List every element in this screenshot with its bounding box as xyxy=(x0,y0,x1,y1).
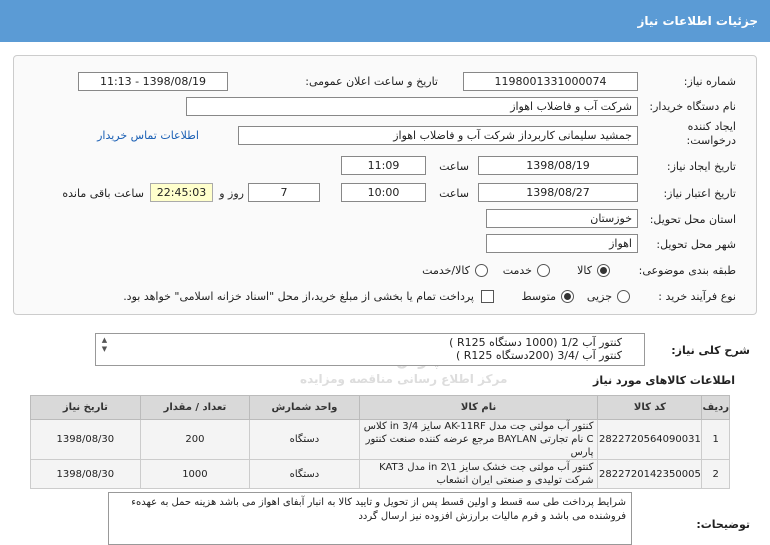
cell-unit: دستگاه xyxy=(249,459,360,489)
col-qty: تعداد / مقدار xyxy=(139,395,251,420)
cell-date: 1398/08/30 xyxy=(30,459,141,489)
category-goods-service-label: کالا/خدمت xyxy=(422,264,470,277)
notes-box[interactable]: شرایط پرداخت طی سه قسط و اولین قسط پس از… xyxy=(108,492,632,545)
cell-unit: دستگاه xyxy=(249,419,360,460)
col-date: تاریخ نیاز xyxy=(30,395,141,420)
days-field[interactable]: 7 xyxy=(248,183,320,202)
cell-name: کنتور آب مولتی جت مدل AK-11RF سایز 3/4 i… xyxy=(358,419,599,460)
validity-time-field[interactable]: 10:00 xyxy=(341,183,426,202)
watermark-text-2: مرکز اطلاع رسانی مناقصه ومزایده xyxy=(300,372,508,386)
category-service-radio[interactable] xyxy=(537,264,550,277)
province-field[interactable]: خوزستان xyxy=(486,209,638,228)
table-row[interactable]: 2 2822720142350005 کنتور آب مولتی جت خشک… xyxy=(30,459,730,489)
creator-label-2: درخواست: xyxy=(686,134,736,147)
need-number-label: شماره نیاز: xyxy=(683,75,736,88)
create-date-label: تاریخ ایجاد نیاز: xyxy=(666,160,736,173)
cell-row: 2 xyxy=(701,459,730,489)
days-label: روز و xyxy=(219,187,244,200)
announce-field[interactable]: 1398/08/19 - 11:13 xyxy=(78,72,228,91)
col-unit: واحد شمارش xyxy=(249,395,360,420)
validity-date-field[interactable]: 1398/08/27 xyxy=(478,183,638,202)
category-goods-service-radio[interactable] xyxy=(475,264,488,277)
scroll-arrows-icon[interactable]: ▲ ▼ xyxy=(100,336,109,363)
remaining-label: ساعت باقی مانده xyxy=(62,187,144,200)
cell-qty: 200 xyxy=(139,419,251,460)
cell-date: 1398/08/30 xyxy=(30,419,141,460)
validity-time-label: ساعت xyxy=(439,187,469,200)
cell-row: 1 xyxy=(701,419,730,460)
cell-qty: 1000 xyxy=(139,459,251,489)
cell-code: 2822720142350005 xyxy=(597,459,703,489)
treasury-payment-text: پرداخت تمام یا بخشی از مبلغ خرید،از محل … xyxy=(123,290,474,303)
description-line-1: کنتور آب 1/2 (1000 دستگاه R125 ) xyxy=(449,336,622,349)
table-row[interactable]: 1 2822720564090031 کنتور آب مولتی جت مدل… xyxy=(30,419,730,460)
description-box[interactable]: کنتور آب 1/2 (1000 دستگاه R125 ) کنتور آ… xyxy=(95,333,645,366)
goods-info-title: اطلاعات کالاهای مورد نیاز xyxy=(593,374,735,387)
process-medium-label: متوسط xyxy=(521,290,556,303)
create-date-field[interactable]: 1398/08/19 xyxy=(478,156,638,175)
create-time-label: ساعت xyxy=(439,160,469,173)
details-panel: شماره نیاز: 1198001331000074 تاریخ و ساع… xyxy=(13,55,757,315)
cell-code: 2822720564090031 xyxy=(597,419,703,460)
notes-label: توضیحات: xyxy=(696,518,750,531)
cell-name: کنتور آب مولتی جت خشک سایز 1\2 in مدل KA… xyxy=(358,459,599,489)
buyer-field[interactable]: شرکت آب و فاضلاب اهواز xyxy=(186,97,638,116)
col-row: ردیف xyxy=(701,395,730,420)
treasury-payment-checkbox[interactable] xyxy=(481,290,494,303)
contact-info-link[interactable]: اطلاعات تماس خریدار xyxy=(97,129,199,142)
process-minor-label: جزیی xyxy=(586,290,612,303)
col-code: کد کالا xyxy=(597,395,703,420)
city-field[interactable]: اهواز xyxy=(486,234,638,253)
need-number-field[interactable]: 1198001331000074 xyxy=(463,72,638,91)
validity-label: تاریخ اعتبار نیاز: xyxy=(663,187,736,200)
create-time-field[interactable]: 11:09 xyxy=(341,156,426,175)
buyer-label: نام دستگاه خریدار: xyxy=(649,100,736,113)
remaining-time-field: 22:45:03 xyxy=(150,183,213,202)
category-goods-label: کالا xyxy=(577,264,592,277)
page-header: جزئیات اطلاعات نیاز xyxy=(0,0,770,42)
creator-field[interactable]: جمشید سلیمانی کاربرداز شرکت آب و فاضلاب … xyxy=(238,126,638,145)
category-label: طبقه بندی موضوعی: xyxy=(638,264,736,277)
description-label: شرح کلی نیاز: xyxy=(671,344,750,357)
announce-label: تاریخ و ساعت اعلان عمومی: xyxy=(305,75,438,88)
category-goods-radio[interactable] xyxy=(597,264,610,277)
goods-table: ردیف کد کالا نام کالا واحد شمارش تعداد /… xyxy=(30,395,730,489)
city-label: شهر محل تحویل: xyxy=(656,238,736,251)
creator-label: ایجاد کننده xyxy=(687,120,736,133)
process-minor-radio[interactable] xyxy=(617,290,630,303)
col-name: نام کالا xyxy=(358,395,599,420)
process-label: نوع فرآیند خرید : xyxy=(658,290,736,303)
category-service-label: خدمت xyxy=(502,264,532,277)
province-label: استان محل تحویل: xyxy=(649,213,736,226)
process-medium-radio[interactable] xyxy=(561,290,574,303)
description-line-2: کنتور آب /3/4 (200دستگاه R125 ) xyxy=(455,349,622,362)
